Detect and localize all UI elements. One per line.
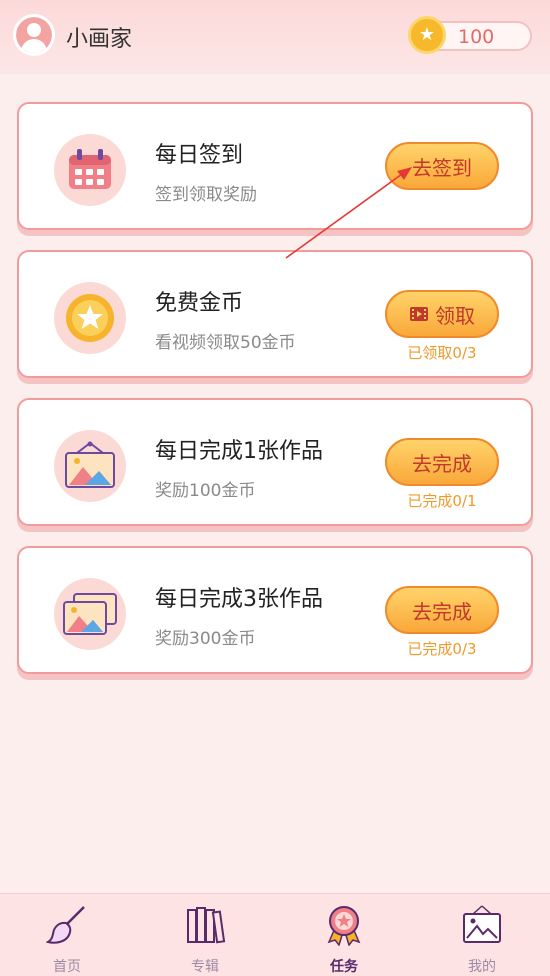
- medal-icon: [327, 906, 361, 946]
- button-label: 领取: [435, 303, 475, 328]
- paintbrush-icon: [46, 906, 85, 944]
- nav-label: 任务: [330, 959, 358, 975]
- coin-amount: 100: [458, 26, 495, 48]
- task-subtitle: 签到领取奖励: [155, 185, 257, 205]
- task-progress: 已完成0/3: [407, 640, 477, 658]
- bottom-navigation: 首页 专辑 任务 我的: [0, 893, 550, 976]
- top-header: 小画家 100 ★: [0, 0, 550, 74]
- task-title: 每日签到: [155, 143, 244, 168]
- task-title: 每日完成3张作品: [155, 587, 323, 612]
- task-card-complete-three: 每日完成3张作品 奖励300金币 去完成 已完成0/3: [17, 546, 533, 674]
- nav-item-mine[interactable]: 我的: [437, 894, 527, 976]
- task-card-complete-one: 每日完成1张作品 奖励100金币 去完成 已完成0/1: [17, 398, 533, 526]
- task-card-free-coins: 免费金币 看视频领取50金币 领取 已领取0/3: [17, 250, 533, 378]
- nav-item-home[interactable]: 首页: [22, 894, 112, 976]
- complete-three-button[interactable]: 去完成: [385, 586, 499, 634]
- task-subtitle: 奖励100金币: [155, 481, 256, 501]
- nav-label: 首页: [53, 959, 81, 975]
- nav-label: 专辑: [191, 959, 219, 975]
- button-label: 去完成: [412, 451, 472, 476]
- gold-star-coin-icon: ★: [408, 16, 446, 54]
- nav-item-tasks[interactable]: 任务: [299, 894, 389, 976]
- picture-frame-icon: [463, 905, 501, 943]
- calendar-icon: [54, 134, 126, 206]
- button-label: 去签到: [412, 155, 472, 180]
- books-icon: [187, 907, 226, 944]
- button-label: 去完成: [412, 599, 472, 624]
- pictures-stack-icon: [54, 578, 126, 650]
- claim-coins-button[interactable]: 领取: [385, 290, 499, 338]
- nav-item-albums[interactable]: 专辑: [160, 894, 250, 976]
- complete-one-button[interactable]: 去完成: [385, 438, 499, 486]
- task-progress: 已领取0/3: [407, 344, 477, 362]
- user-avatar-icon[interactable]: [13, 14, 55, 56]
- task-card-daily-checkin: 每日签到 签到领取奖励 去签到: [17, 102, 533, 230]
- task-title: 免费金币: [155, 291, 244, 316]
- picture-icon: [54, 430, 126, 502]
- username-label: 小画家: [66, 27, 133, 52]
- task-subtitle: 奖励300金币: [155, 629, 256, 649]
- checkin-button[interactable]: 去签到: [385, 142, 499, 190]
- video-icon: [410, 307, 428, 321]
- nav-label: 我的: [468, 959, 496, 975]
- task-subtitle: 看视频领取50金币: [155, 333, 296, 353]
- star-coin-icon: [54, 282, 126, 354]
- task-title: 每日完成1张作品: [155, 439, 323, 464]
- task-progress: 已完成0/1: [407, 492, 477, 510]
